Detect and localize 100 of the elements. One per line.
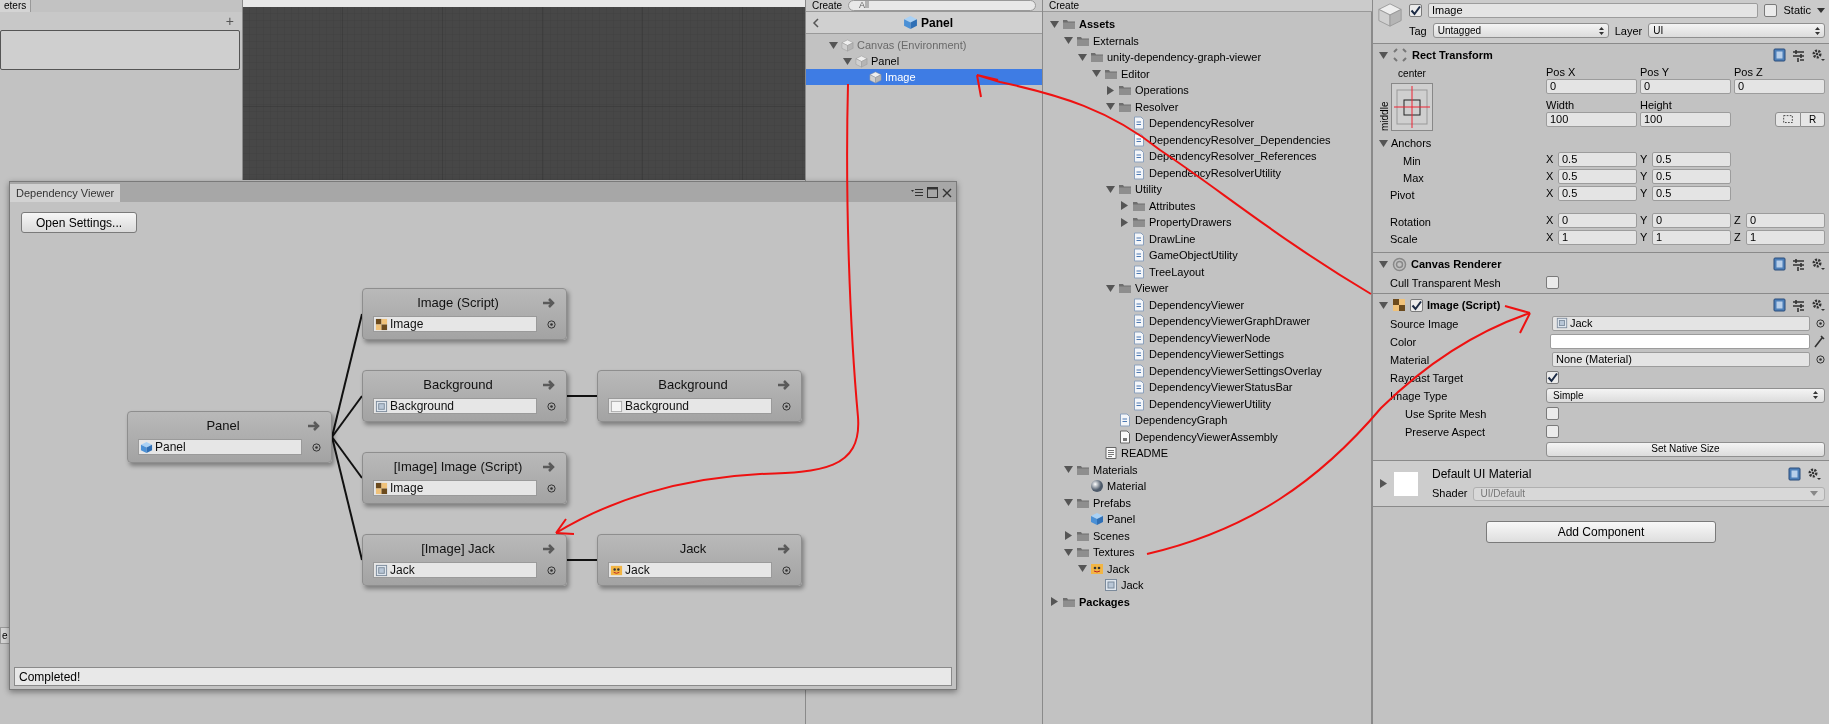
help-icon[interactable] xyxy=(1773,298,1786,312)
collapsed-arrow-icon[interactable] xyxy=(1120,217,1129,227)
object-field[interactable]: Jack xyxy=(373,562,537,578)
layer-dropdown[interactable]: UI xyxy=(1648,23,1825,39)
number-field[interactable]: 0 xyxy=(1652,213,1731,228)
number-field[interactable]: 1 xyxy=(1652,230,1731,245)
project-item[interactable]: DrawLine xyxy=(1043,230,1371,247)
anchor-preset-icon[interactable] xyxy=(1391,83,1433,131)
project-item[interactable]: Packages xyxy=(1043,593,1371,610)
project-item[interactable]: DependencyGraph xyxy=(1043,412,1371,429)
object-field[interactable]: Jack xyxy=(608,562,772,578)
expanded-arrow-icon[interactable] xyxy=(1106,283,1115,293)
object-picker-icon[interactable] xyxy=(312,442,321,452)
number-field[interactable]: 0 xyxy=(1640,79,1731,94)
project-item[interactable]: DependencyResolver_Dependencies xyxy=(1043,131,1371,148)
expanded-arrow-icon[interactable] xyxy=(1064,498,1073,508)
object-picker-icon[interactable] xyxy=(1816,354,1825,364)
object-field[interactable]: Background xyxy=(373,398,537,414)
number-field[interactable]: 0.5 xyxy=(1558,186,1637,201)
eyedropper-icon[interactable] xyxy=(1814,334,1825,348)
project-item[interactable]: Prefabs xyxy=(1043,494,1371,511)
help-icon[interactable] xyxy=(1773,257,1786,271)
project-item[interactable]: Assets xyxy=(1043,16,1371,33)
expanded-arrow-icon[interactable] xyxy=(1064,547,1073,557)
object-picker-icon[interactable] xyxy=(547,483,556,493)
graph-node[interactable]: Background Background xyxy=(362,370,567,422)
number-field[interactable]: 0.5 xyxy=(1652,169,1731,184)
arrow-icon[interactable] xyxy=(543,298,556,308)
collapsed-arrow-icon[interactable] xyxy=(1064,531,1073,541)
collapsed-arrow-icon[interactable] xyxy=(1120,201,1129,211)
expanded-arrow-icon[interactable] xyxy=(1379,138,1388,148)
number-field[interactable]: 0.5 xyxy=(1558,169,1637,184)
number-field[interactable]: 0 xyxy=(1546,79,1637,94)
project-item[interactable]: DependencyViewer xyxy=(1043,296,1371,313)
raw-edit-button[interactable]: R xyxy=(1801,112,1825,127)
help-icon[interactable] xyxy=(1788,467,1801,482)
project-item[interactable]: Resolver xyxy=(1043,98,1371,115)
number-field[interactable]: 0.5 xyxy=(1652,186,1731,201)
dropdown-arrow-icon[interactable] xyxy=(1817,7,1825,13)
project-item[interactable]: GameObjectUtility xyxy=(1043,247,1371,264)
expanded-arrow-icon[interactable] xyxy=(843,56,852,66)
panel-tab[interactable]: eters xyxy=(0,0,32,12)
project-item[interactable]: README xyxy=(1043,445,1371,462)
component-header[interactable]: Rect Transform xyxy=(1373,46,1829,64)
arrow-icon[interactable] xyxy=(543,380,556,390)
graph-node[interactable]: [Image] Image (Script) Image xyxy=(362,452,567,504)
project-item[interactable]: DependencyViewerAssembly xyxy=(1043,428,1371,445)
project-item[interactable]: Editor xyxy=(1043,65,1371,82)
object-picker-icon[interactable] xyxy=(1816,318,1825,328)
name-field[interactable]: Image xyxy=(1428,2,1759,18)
arrow-icon[interactable] xyxy=(543,462,556,472)
create-button[interactable]: Create xyxy=(1049,0,1079,11)
object-field[interactable]: Image xyxy=(373,316,537,332)
checkbox[interactable] xyxy=(1546,406,1559,420)
project-item[interactable]: DependencyViewerSettingsOverlay xyxy=(1043,362,1371,379)
project-item[interactable]: PropertyDrawers xyxy=(1043,214,1371,231)
number-field[interactable]: 0 xyxy=(1746,213,1825,228)
component-header[interactable]: Image (Script) xyxy=(1373,296,1829,314)
object-field[interactable]: Image xyxy=(373,480,537,496)
object-picker-icon[interactable] xyxy=(782,401,791,411)
project-item[interactable]: Materials xyxy=(1043,461,1371,478)
add-button[interactable]: + xyxy=(225,14,234,28)
expanded-arrow-icon[interactable] xyxy=(1092,69,1101,79)
number-field[interactable]: 1 xyxy=(1558,230,1637,245)
checkbox[interactable] xyxy=(1546,275,1559,289)
preset-icon[interactable] xyxy=(1792,298,1805,312)
checkbox[interactable] xyxy=(1546,370,1559,384)
back-icon[interactable] xyxy=(812,17,820,28)
project-item[interactable]: DependencyResolver xyxy=(1043,115,1371,132)
expanded-arrow-icon[interactable] xyxy=(1106,184,1115,194)
dropdown[interactable]: Simple xyxy=(1546,387,1825,403)
expanded-arrow-icon[interactable] xyxy=(1064,36,1073,46)
project-item[interactable]: Jack xyxy=(1043,577,1371,594)
object-picker-icon[interactable] xyxy=(547,319,556,329)
project-item[interactable]: Textures xyxy=(1043,544,1371,561)
expanded-arrow-icon[interactable] xyxy=(1379,300,1388,310)
settings-icon[interactable] xyxy=(1811,257,1825,271)
project-item[interactable]: Material xyxy=(1043,478,1371,495)
settings-icon[interactable] xyxy=(1811,298,1825,312)
arrow-icon[interactable] xyxy=(778,380,791,390)
graph-node[interactable]: [Image] Jack Jack xyxy=(362,534,567,586)
number-field[interactable]: 100 xyxy=(1546,112,1637,127)
object-field[interactable]: Jack xyxy=(1552,315,1810,331)
number-field[interactable]: 100 xyxy=(1640,112,1731,127)
number-field[interactable]: 1 xyxy=(1746,230,1825,245)
arrow-icon[interactable] xyxy=(308,421,321,431)
project-item[interactable]: Operations xyxy=(1043,82,1371,99)
number-field[interactable]: 0.5 xyxy=(1652,152,1731,167)
settings-icon[interactable] xyxy=(1807,467,1821,482)
project-item[interactable]: Viewer xyxy=(1043,280,1371,297)
tag-dropdown[interactable]: Untagged xyxy=(1432,23,1609,39)
arrow-icon[interactable] xyxy=(778,544,791,554)
project-item[interactable]: TreeLayout xyxy=(1043,263,1371,280)
menu-icon[interactable] xyxy=(911,188,923,197)
project-item[interactable]: DependencyViewerUtility xyxy=(1043,395,1371,412)
expanded-arrow-icon[interactable] xyxy=(1064,465,1073,475)
project-item[interactable]: Utility xyxy=(1043,181,1371,198)
preset-icon[interactable] xyxy=(1792,48,1805,62)
project-item[interactable]: Attributes xyxy=(1043,197,1371,214)
project-item[interactable]: DependencyViewerStatusBar xyxy=(1043,379,1371,396)
